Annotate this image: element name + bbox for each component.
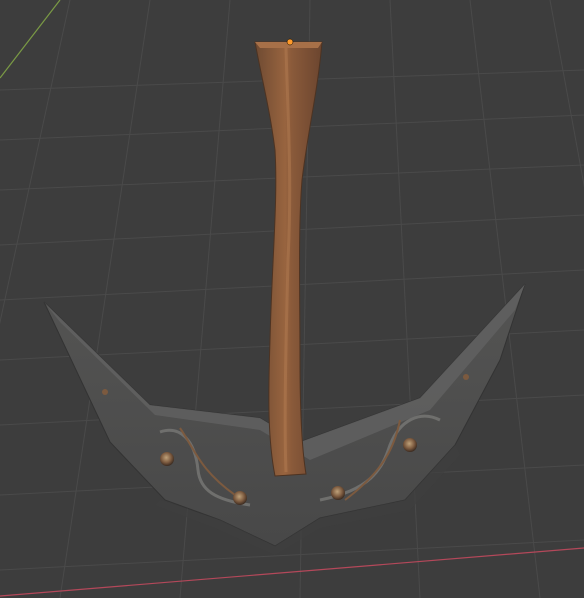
3d-viewport[interactable]: [0, 0, 584, 598]
rivet: [403, 438, 417, 452]
rivet: [463, 374, 469, 380]
rivet: [331, 486, 345, 500]
y-axis-line: [0, 0, 61, 79]
viewport-canvas[interactable]: [0, 0, 584, 598]
rivet: [160, 452, 174, 466]
object-origin-dot: [286, 38, 294, 46]
rivet: [233, 491, 247, 505]
rivet: [102, 389, 108, 395]
